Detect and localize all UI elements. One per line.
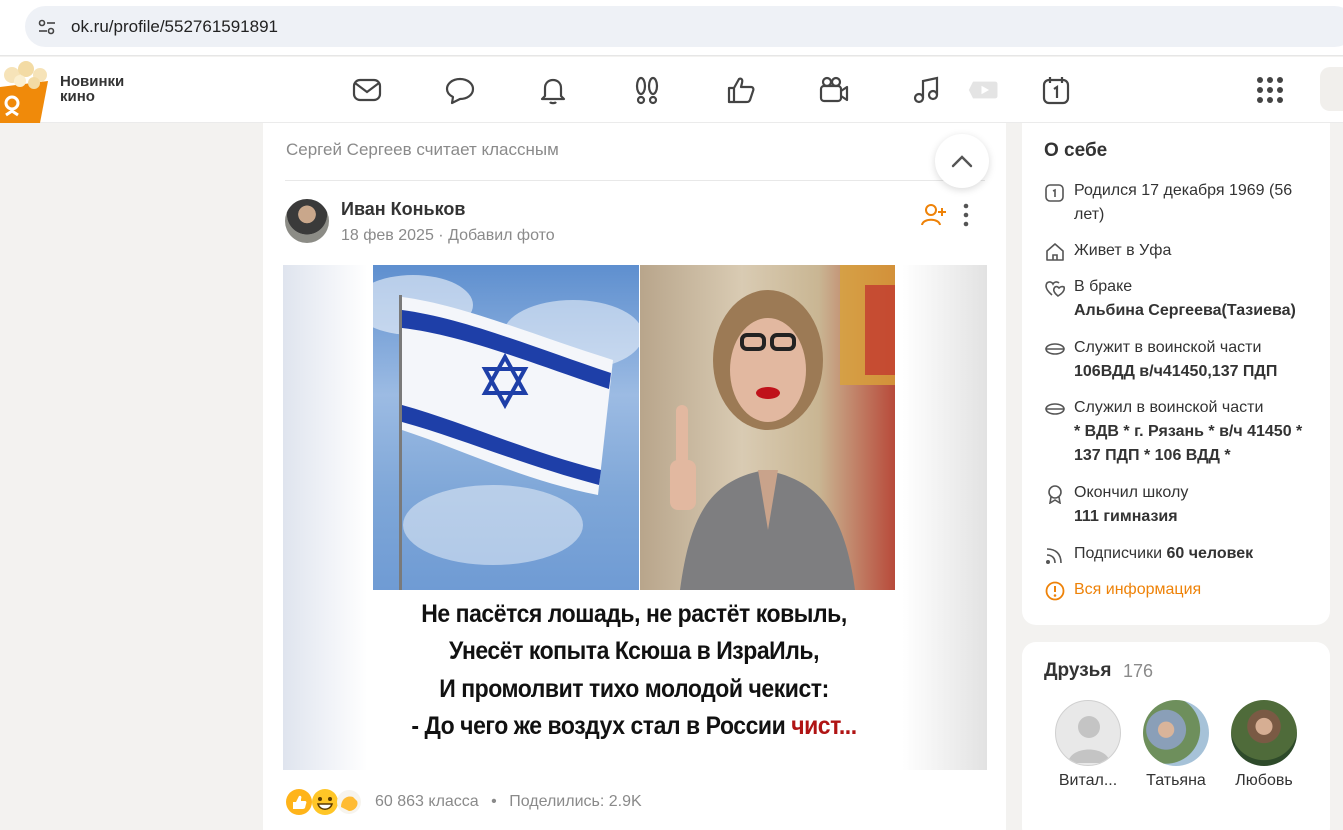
notifications-icon[interactable] bbox=[535, 72, 571, 108]
about-served: Служил в воинской части * ВДВ * г. Рязан… bbox=[1044, 396, 1324, 468]
about-subscribers[interactable]: Подписчики 60 человек bbox=[1044, 542, 1324, 566]
reactions-icons[interactable] bbox=[285, 787, 365, 817]
about-serves: Служит в воинской части 106ВДД в/ч41450,… bbox=[1044, 336, 1324, 384]
music-icon[interactable] bbox=[909, 72, 945, 108]
promo-new-movies[interactable]: Новинки кино bbox=[60, 74, 124, 104]
calendar-icon bbox=[1045, 184, 1064, 202]
header-right-button[interactable] bbox=[1320, 67, 1343, 111]
info-icon bbox=[1045, 581, 1065, 601]
photo-caption: Не пасётся лошадь, не растёт ковыль, Уне… bbox=[373, 590, 895, 770]
chevron-up-icon bbox=[951, 155, 973, 168]
discussions-icon[interactable] bbox=[442, 72, 478, 108]
friend-card[interactable]: Витал... bbox=[1048, 700, 1128, 790]
post-date[interactable]: 18 фев 2025 bbox=[341, 227, 434, 244]
about-title: О себе bbox=[1044, 140, 1108, 161]
military-cap-icon bbox=[1045, 403, 1065, 415]
calendar-icon[interactable] bbox=[1038, 72, 1074, 108]
post-action: Добавил фото bbox=[448, 227, 555, 244]
feed-column: Сергей Сергеев считает классным Иван Кон… bbox=[263, 123, 1006, 830]
guests-icon[interactable] bbox=[629, 72, 665, 108]
site-header: Новинки кино bbox=[0, 57, 1343, 123]
caption-line-1: Не пасётся лошадь, не растёт ковыль, bbox=[421, 600, 847, 628]
home-icon bbox=[1046, 243, 1064, 261]
all-info-link[interactable]: Вся информация bbox=[1044, 578, 1324, 602]
school-icon bbox=[1048, 485, 1062, 504]
author-avatar[interactable] bbox=[285, 199, 329, 243]
messages-icon[interactable] bbox=[349, 72, 385, 108]
caption-line-4: - До чего же воздух стал в России чист..… bbox=[411, 712, 857, 740]
more-options-icon[interactable] bbox=[959, 202, 973, 228]
add-friend-icon[interactable] bbox=[921, 202, 947, 228]
friend-avatar bbox=[1143, 700, 1209, 766]
rss-icon bbox=[1046, 548, 1062, 564]
site-settings-icon[interactable] bbox=[37, 17, 57, 37]
about-married: В браке Альбина Сергеева(Тазиева) bbox=[1044, 275, 1324, 323]
post-image[interactable]: Не пасётся лошадь, не растёт ковыль, Уне… bbox=[283, 265, 987, 770]
video-icon[interactable] bbox=[816, 72, 852, 108]
likes-icon[interactable] bbox=[723, 72, 759, 108]
caption-red-word: чист... bbox=[791, 712, 857, 740]
photo-israel-flag bbox=[373, 265, 639, 590]
class-count[interactable]: 60 863 класса bbox=[375, 793, 479, 810]
about-school: Окончил школу 111 гимназия bbox=[1044, 481, 1324, 529]
scroll-to-top-button[interactable] bbox=[935, 134, 989, 188]
caption-line-3: И промолвит тихо молодой чекист: bbox=[439, 675, 829, 703]
photo-woman bbox=[640, 265, 895, 590]
friend-avatar-placeholder bbox=[1055, 700, 1121, 766]
friends-title[interactable]: Друзья bbox=[1044, 660, 1111, 682]
friend-card[interactable]: Любовь bbox=[1224, 700, 1304, 790]
url-text[interactable]: ok.ru/profile/552761591891 bbox=[71, 17, 278, 37]
video-play-icon[interactable] bbox=[965, 72, 1003, 108]
post-meta: 18 фев 2025 · Добавил фото bbox=[341, 227, 555, 245]
reactions-summary: 60 863 класса • Поделились: 2.9K bbox=[375, 793, 642, 810]
caption-line-2: Унесёт копыта Ксюша в ИзраИль, bbox=[448, 637, 820, 665]
ok-popcorn-logo-icon[interactable] bbox=[0, 57, 52, 123]
about-born: Родился 17 декабря 1969 (56 лет) bbox=[1044, 179, 1324, 227]
hearts-icon bbox=[1045, 281, 1066, 297]
post-author[interactable]: Иван Коньков bbox=[341, 199, 465, 220]
military-cap-icon bbox=[1045, 343, 1065, 355]
friend-avatar bbox=[1231, 700, 1297, 766]
about-lives: Живет в Уфа bbox=[1044, 239, 1324, 263]
friends-count: 176 bbox=[1123, 661, 1154, 681]
browser-toolbar: ok.ru/profile/552761591891 bbox=[0, 0, 1343, 56]
shares-count[interactable]: Поделились: 2.9K bbox=[509, 793, 641, 810]
liked-by-line[interactable]: Сергей Сергеев считает классным bbox=[286, 140, 559, 160]
spouse-link[interactable]: Альбина Сергеева(Тазиева) bbox=[1074, 299, 1324, 323]
apps-grid-icon[interactable] bbox=[1252, 72, 1288, 108]
divider bbox=[285, 180, 985, 181]
friends-card: Друзья 176 Витал... Татьяна Любовь bbox=[1022, 642, 1330, 830]
friend-card[interactable]: Татьяна bbox=[1136, 700, 1216, 790]
address-bar[interactable]: ok.ru/profile/552761591891 bbox=[25, 6, 1343, 47]
meta-separator: · bbox=[438, 227, 444, 244]
about-card: О себе Родился 17 декабря 1969 (56 лет) … bbox=[1022, 123, 1330, 625]
